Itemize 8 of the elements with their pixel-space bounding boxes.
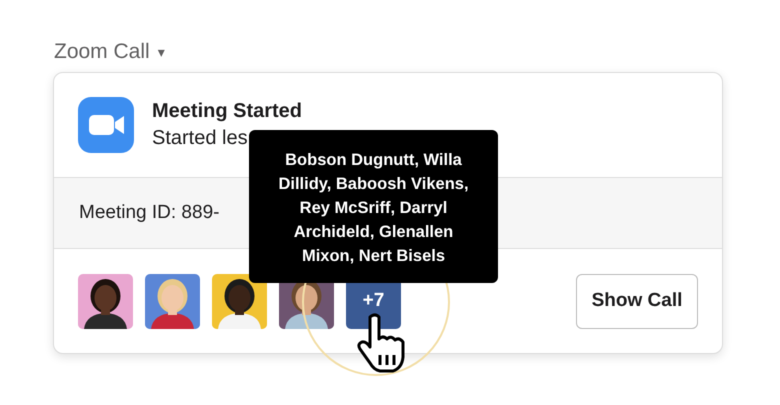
show-call-button[interactable]: Show Call — [576, 274, 698, 328]
video-camera-icon — [78, 97, 134, 153]
meeting-title: Meeting Started — [152, 100, 302, 123]
section-title[interactable]: Zoom Call — [54, 40, 150, 64]
meeting-id: Meeting ID: 889- — [79, 202, 220, 224]
participants-tooltip: Bobson Dugnutt, Willa Dillidy, Baboosh Vikens, Rey McSriff, Darryl Archideld, Glenallen Mixon, Nert Bisels — [249, 130, 498, 283]
caret-icon[interactable]: ▾ — [158, 44, 165, 60]
meeting-status: Started les — [152, 127, 249, 150]
